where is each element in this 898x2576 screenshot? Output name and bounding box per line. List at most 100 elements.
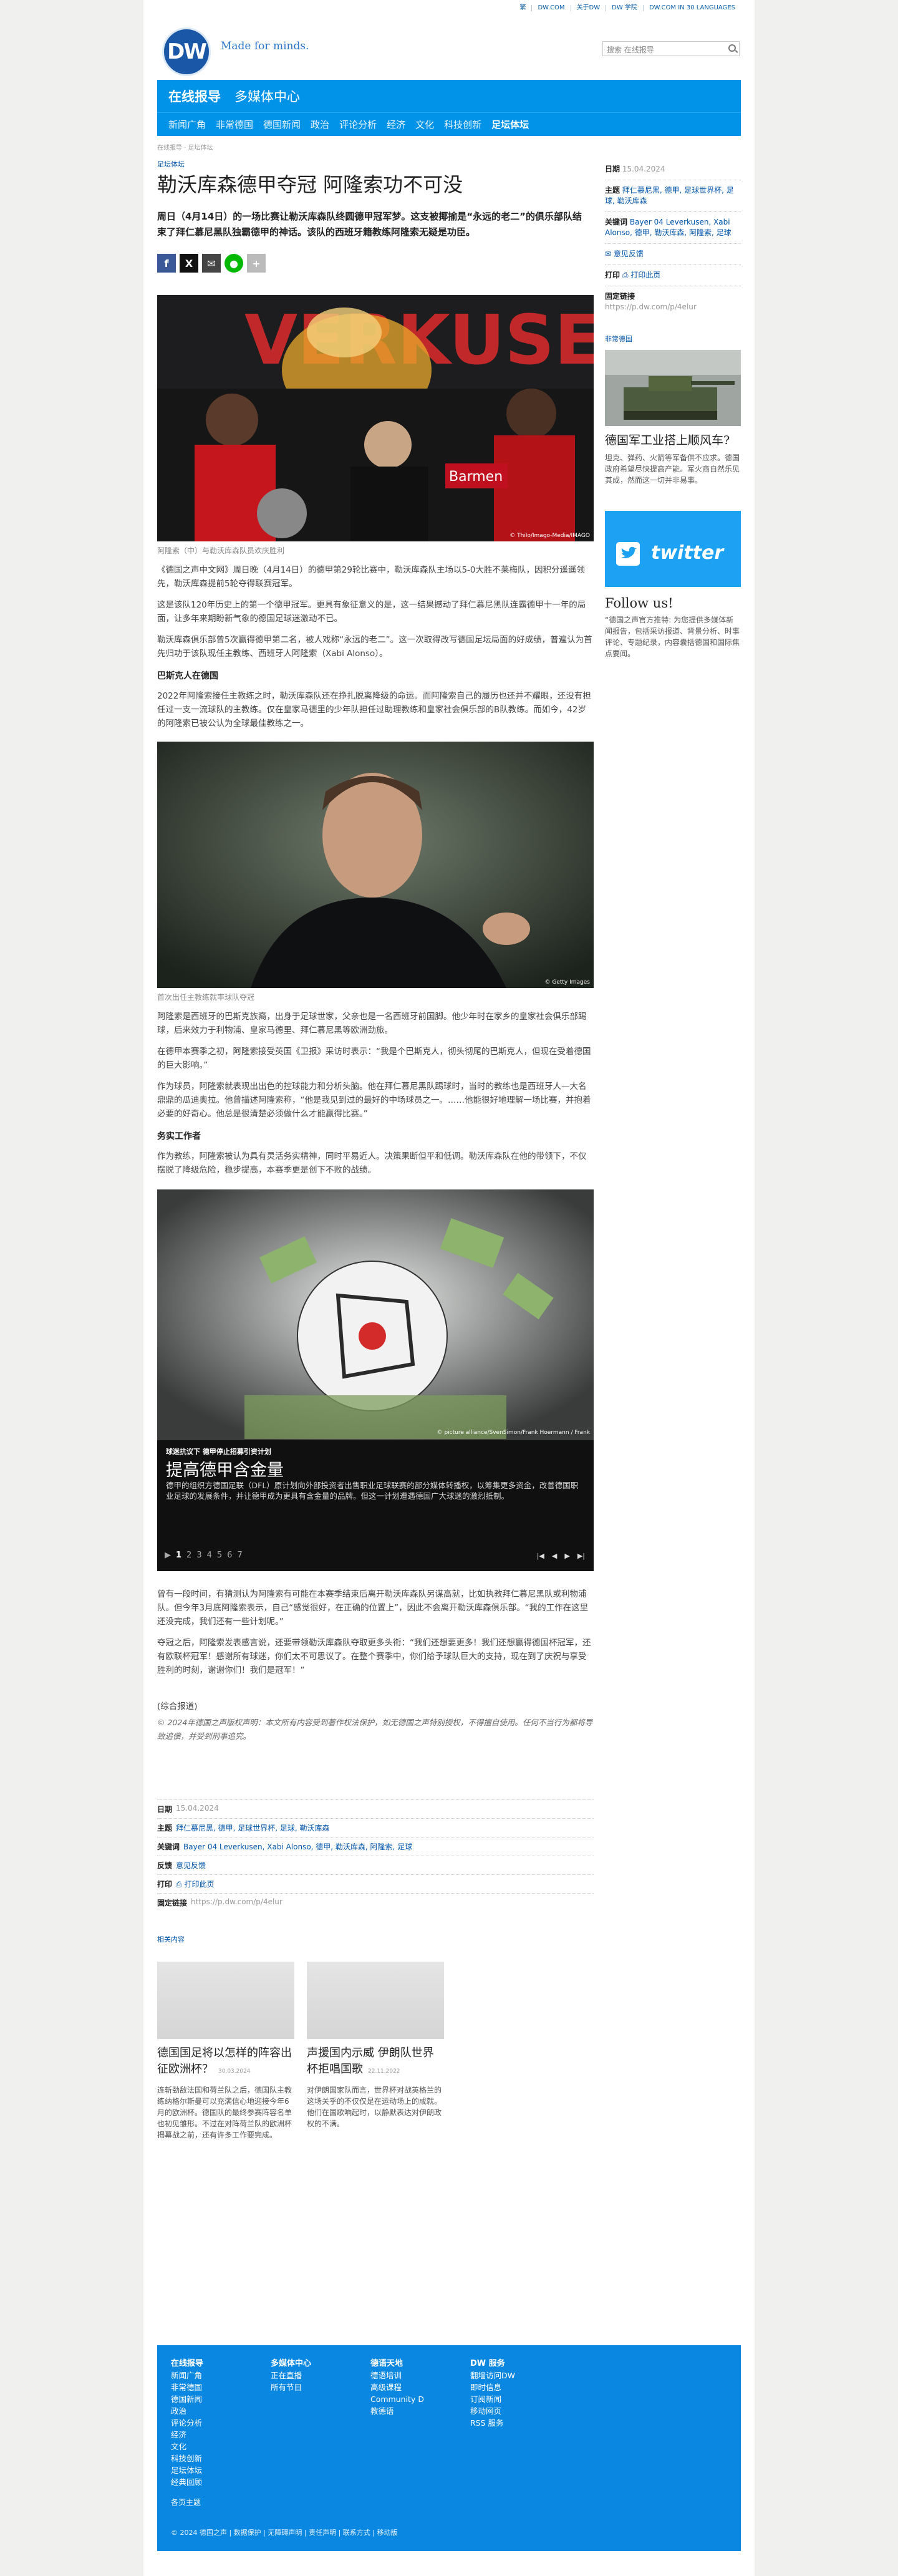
tagline: Made for minds. [221, 40, 309, 52]
gallery-page[interactable]: 1 [176, 1551, 181, 1560]
paragraph: 《德国之声中文网》周日晚（4月14日）的德甲第29轮比赛中，勒沃库森队主场以5-… [157, 565, 585, 589]
feedback-link[interactable]: 意见反馈 [176, 1860, 206, 1871]
feedback-link[interactable]: ✉ 意见反馈 [605, 249, 644, 258]
gallery-page[interactable]: 5 [217, 1551, 222, 1560]
page-shell: 繁 DW.COM 关于DW DW 学院 DW.COM IN 30 LANGUAG… [0, 0, 898, 2576]
play-icon[interactable]: ▶ [165, 1551, 171, 1560]
nav-sub-item[interactable]: 政治 [311, 118, 329, 131]
x-icon[interactable]: X [180, 254, 198, 273]
info-feedback: 反馈 意见反馈 [157, 1856, 594, 1874]
prev-icon[interactable]: ◀ [552, 1552, 557, 1560]
info-permalink: 固定链接 https://p.dw.com/p/4elur [157, 1893, 594, 1912]
facebook-icon[interactable]: f [157, 254, 176, 273]
footer-home-link[interactable]: 各页主题 [171, 2497, 201, 2507]
nav-sub-item[interactable]: 非常德国 [216, 118, 253, 131]
top-link[interactable]: 繁 [514, 5, 531, 11]
nav-sub-item[interactable]: 经济 [387, 118, 405, 131]
paragraph: 2022年阿隆索接任主教练之时，勒沃库森队还在挣扎脱离降级的命运。而阿隆索自己的… [157, 691, 591, 729]
first-icon[interactable]: |◀ [537, 1552, 544, 1560]
related-date: 30.03.2024 [218, 2068, 251, 2075]
section-heading: 务实工作者 [157, 1131, 201, 1141]
dw-logo[interactable]: DW [162, 27, 211, 76]
gallery-page[interactable]: 6 [227, 1551, 232, 1560]
gallery-page[interactable]: 3 [196, 1551, 201, 1560]
nav-sub-item-active[interactable]: 足坛体坛 [491, 118, 529, 131]
svg-text:Barmen: Barmen [449, 469, 503, 485]
related-text: 对伊朗国家队而言，世界杯对战英格兰的这场关乎的不仅仅是在运动场上的成就。他们在国… [307, 2086, 442, 2128]
follow-heading: Follow us! [605, 596, 674, 611]
paragraph: 阿隆索是西班牙的巴斯克族裔，出身于足球世家，父亲也是一名西班牙前国脚。他少年时在… [157, 1012, 587, 1035]
related-text: 连斩劲敌法国和荷兰队之后，德国队主教练纳格尔斯曼可以充满信心地迎接今年6月的欧洲… [157, 2086, 292, 2139]
footer-col: 在线报导 新闻广角 非常德国 德国新闻 政治 评论分析 经济 文化 科技创新 足… [171, 2359, 204, 2487]
related-date: 22.11.2022 [368, 2068, 400, 2075]
article-info: 日期 15.04.2024 主题 拜仁慕尼黑, 德甲, 足球世界杯, 足球, 勒沃库… [157, 1799, 594, 1912]
twitter-banner[interactable]: twitter [605, 511, 741, 587]
side-teaser-text: 坦克、弹药、火箭等军备供不应求。德国政府希望尽快提高产能。军火商自然乐见其成，然… [605, 453, 740, 485]
alonso-photo: © Getty Images [157, 742, 594, 988]
top-link[interactable]: DW 学院 [606, 5, 643, 11]
more-share-icon[interactable]: + [247, 254, 266, 273]
print-link[interactable]: ⎙ 打印此页 [622, 271, 660, 279]
side-permalink: 固定链接 https://p.dw.com/p/4elur [605, 286, 741, 317]
related-thumbnail [157, 1962, 294, 2039]
nav-sub-item[interactable]: 评论分析 [339, 118, 377, 131]
next-icon[interactable]: ▶ [564, 1552, 569, 1560]
nav-sub-item[interactable]: 科技创新 [444, 118, 481, 131]
last-icon[interactable]: ▶| [577, 1552, 585, 1560]
gallery-page[interactable]: 7 [237, 1551, 242, 1560]
print-link[interactable]: ⎙ 打印此页 [176, 1879, 214, 1889]
nav-sub-item[interactable]: 文化 [415, 118, 434, 131]
side-keywords: 关键词 Bayer 04 Leverkusen, Xabi Alonso, 德甲… [605, 211, 741, 243]
gallery-page[interactable]: 4 [207, 1551, 212, 1560]
sidebar: 日期 15.04.2024 主题 拜仁慕尼黑, 德甲, 足球世界杯, 足球, 勒… [605, 159, 741, 659]
permalink[interactable]: https://p.dw.com/p/4elur [191, 1897, 282, 1908]
mail-icon[interactable]: ✉ [202, 254, 221, 273]
related-list: 德国国足将以怎样的阵容出征欧洲杯？ 30.03.2024 连斩劲敌法国和荷兰队之后… [157, 1962, 594, 2141]
related-heading: 相关内容 [157, 1935, 185, 1944]
search-button[interactable] [725, 41, 740, 56]
gallery-title: 提高德甲含金量 [166, 1461, 284, 1480]
picture-gallery: © picture alliance/SvenSimon/Frank Hoerm… [157, 1189, 594, 1571]
paragraph: 夺冠之后，阿隆索发表感言说，还要带领勒沃库森队夺取更多头衔：“我们还想要更多！我… [157, 1638, 591, 1675]
tank-photo[interactable] [605, 350, 741, 426]
article-kicker[interactable]: 足坛体坛 [157, 159, 594, 169]
related-card[interactable]: 声援国内示威 伊朗队世界杯拒唱国歌 22.11.2022 对伊朗国家队而言，世界杯… [307, 1962, 444, 2141]
paragraph: 这是该队120年历史上的第一个德甲冠军。更具有象征意义的是，这一结果撼动了拜仁慕… [157, 600, 586, 624]
side-topics: 主题 拜仁慕尼黑, 德甲, 足球世界杯, 足球, 勒沃库森 [605, 180, 741, 211]
main-nav: 在线报导 多媒体中心 新闻广角 非常德国 德国新闻 政治 评论分析 经济 文化 … [157, 80, 741, 136]
celebration-photo: VERKUSEN Barmen © Thilo/Imago-Media/IMAG… [157, 295, 594, 541]
article-lead: 周日（4月14日）的一场比赛让勒沃库森队终圆德甲冠军梦。这支被揶揄是“永远的老二… [157, 211, 582, 238]
follow-text: “德国之声官方推特: 为您提供多媒体新闻报告，包括采访报道、背景分析、时事评论、… [605, 616, 740, 658]
topics-links[interactable]: 拜仁慕尼黑, 德甲, 足球世界杯, 足球, 勒沃库森 [176, 1823, 330, 1833]
gallery-image [157, 1189, 594, 1440]
section-heading: 巴斯克人在德国 [157, 671, 218, 681]
line-icon[interactable]: ● [224, 254, 243, 273]
article: 足坛体坛 勒沃库森德甲夺冠 阿隆索功不可没 周日（4月14日）的一场比赛让勒沃库… [157, 159, 594, 2141]
top-link[interactable]: 关于DW [570, 5, 606, 11]
keywords-links[interactable]: Bayer 04 Leverkusen, Xabi Alonso, 德甲, 勒沃… [183, 1841, 412, 1852]
footer-col: DW 服务 翻墙访问DW 即时信息 订阅新闻 移动网页 RSS 服务 [470, 2359, 515, 2428]
nav-sub-item[interactable]: 德国新闻 [263, 118, 301, 131]
nav-sub-item[interactable]: 新闻广角 [168, 118, 206, 131]
info-keywords: 关键词 Bayer 04 Leverkusen, Xabi Alonso, 德甲,… [157, 1837, 594, 1856]
share-bar: f X ✉ ● + [157, 254, 594, 273]
nav-online-reports[interactable]: 在线报导 [168, 87, 221, 105]
related-card[interactable]: 德国国足将以怎样的阵容出征欧洲杯？ 30.03.2024 连斩劲敌法国和荷兰队之后… [157, 1962, 294, 2141]
side-teaser-title[interactable]: 德国军工业搭上顺风车? [605, 432, 741, 448]
side-date: 日期 15.04.2024 [605, 165, 665, 173]
info-date: 日期 15.04.2024 [157, 1799, 594, 1818]
side-heading: 非常德国 [605, 335, 632, 343]
top-link[interactable]: DW.COM IN 30 LANGUAGES [642, 5, 741, 11]
info-topics: 主题 拜仁慕尼黑, 德甲, 足球世界杯, 足球, 勒沃库森 [157, 1818, 594, 1837]
breadcrumb[interactable]: 在线报导 · 足坛体坛 [157, 142, 755, 152]
footer-legal[interactable]: © 2024 德国之声 | 数据保护 | 无障碍声明 | 责任声明 | 联系方式… [171, 2527, 397, 2537]
header: DW Made for minds. 搜索 在线报导 [143, 16, 755, 76]
nav-media-center[interactable]: 多媒体中心 [234, 87, 300, 105]
search-input[interactable]: 搜索 在线报导 [602, 41, 740, 56]
nav-sub: 新闻广角 非常德国 德国新闻 政治 评论分析 经济 文化 科技创新 足坛体坛 [157, 112, 741, 136]
nav-top: 在线报导 多媒体中心 [157, 80, 741, 112]
footer-columns: 在线报导 新闻广角 非常德国 德国新闻 政治 评论分析 经济 文化 科技创新 足… [171, 2358, 727, 2488]
top-link[interactable]: DW.COM [531, 5, 570, 11]
gallery-credit: © picture alliance/SvenSimon/Frank Hoerm… [437, 1430, 590, 1436]
gallery-page[interactable]: 2 [186, 1551, 191, 1560]
